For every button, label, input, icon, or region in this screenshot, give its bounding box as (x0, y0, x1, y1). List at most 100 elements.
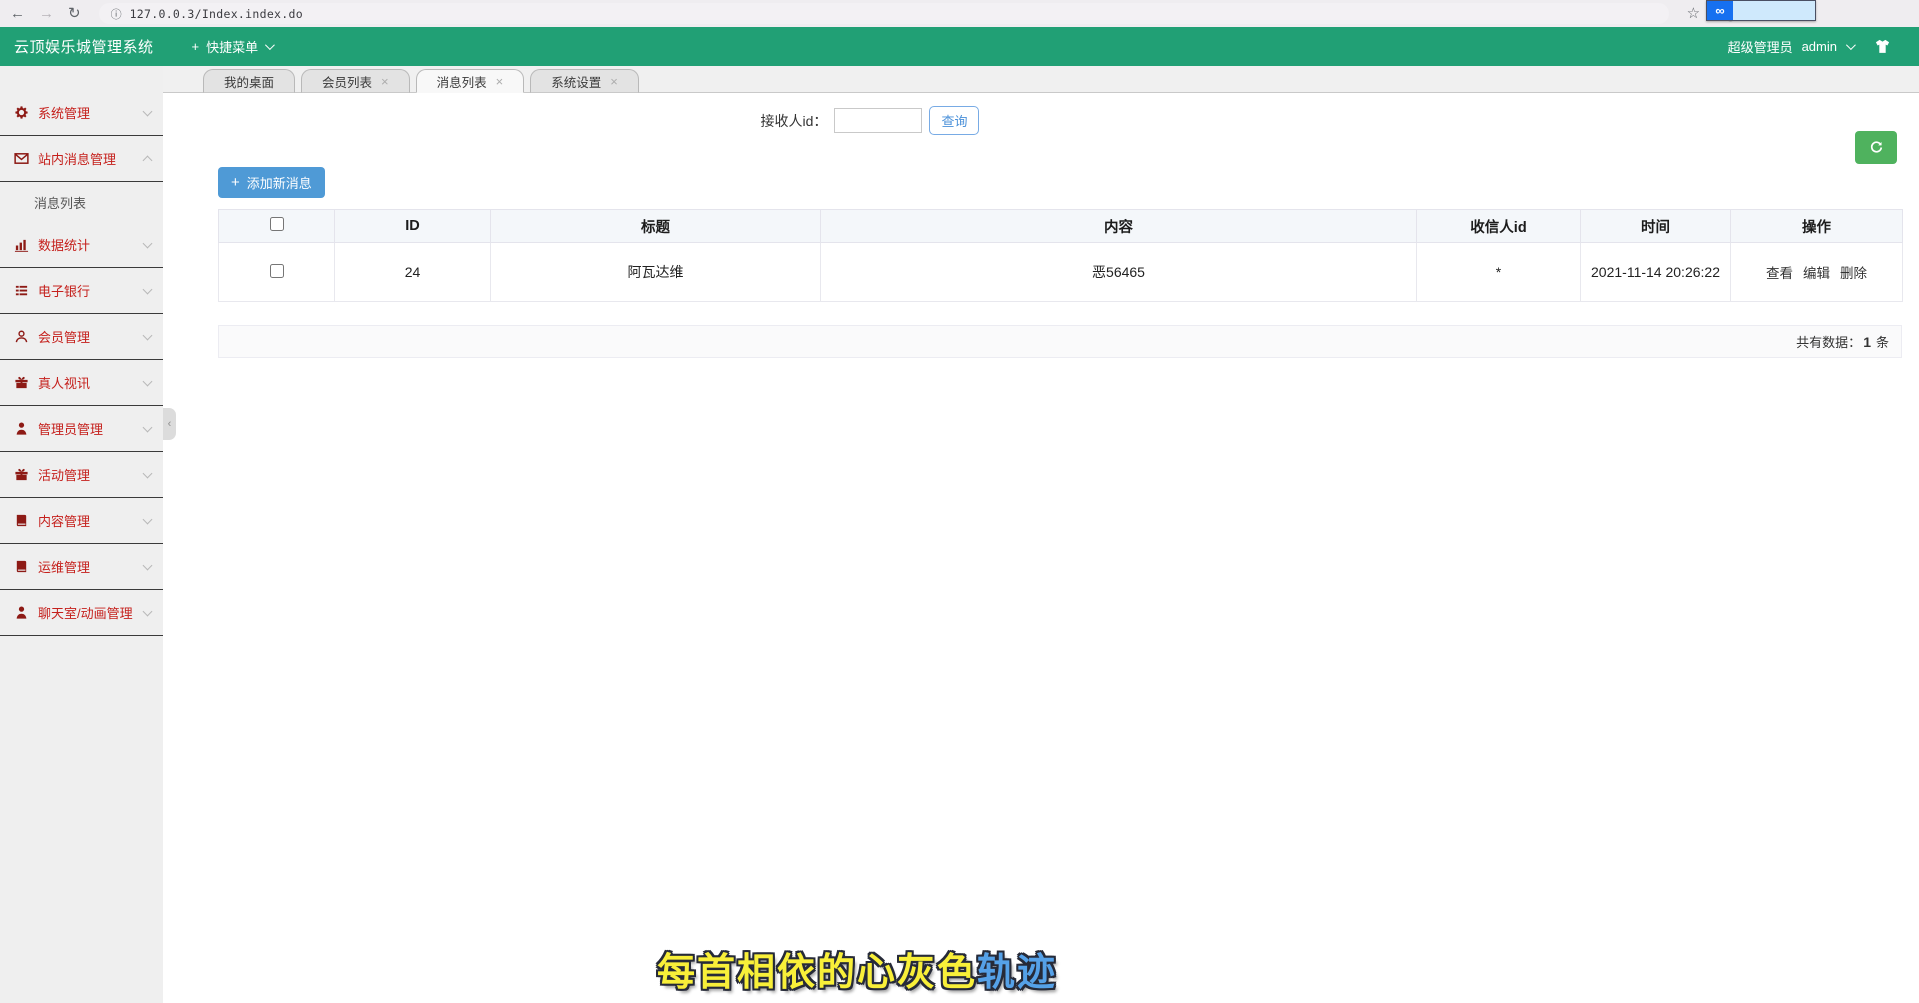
sidebar-item-label: 管理员管理 (38, 419, 103, 438)
main-area: 我的桌面 会员列表 × 消息列表 × 系统设置 × 接收人id： 查询 (163, 66, 1919, 1003)
total-label: 共有数据： (1796, 332, 1861, 351)
sidebar-item-messages[interactable]: 站内消息管理 (0, 136, 163, 182)
chevron-down-icon (143, 330, 153, 340)
close-icon[interactable]: × (496, 75, 504, 88)
view-link[interactable]: 查看 (1766, 262, 1793, 282)
app-header: 云顶娱乐城管理系统 + 快捷菜单 超级管理员 admin (0, 27, 1919, 66)
sidebar-item-live-video[interactable]: 真人视讯 (0, 360, 163, 406)
plus-icon: + (231, 175, 240, 190)
gift-icon (14, 375, 29, 390)
user-name: admin (1802, 39, 1837, 54)
chevron-down-icon (143, 468, 153, 478)
sidebar-item-ebank[interactable]: 电子银行 (0, 268, 163, 314)
plus-icon: + (192, 39, 200, 54)
table-footer: 共有数据： 1 条 (218, 325, 1902, 358)
sidebar-item-label: 运维管理 (38, 557, 90, 576)
sidebar: 系统管理 站内消息管理 消息列表 数据统计 电子银行 (0, 66, 163, 1003)
sidebar-collapse-handle[interactable]: ‹ (163, 408, 176, 440)
tab-label: 系统设置 (551, 72, 601, 91)
extension-popup[interactable]: ∞ (1706, 0, 1816, 21)
add-message-button[interactable]: + 添加新消息 (218, 167, 325, 198)
forward-icon[interactable]: → (39, 6, 54, 21)
chevron-down-icon (143, 422, 153, 432)
quick-menu-button[interactable]: + 快捷菜单 (192, 37, 273, 56)
select-all-checkbox[interactable] (270, 217, 284, 231)
recipient-id-input[interactable] (834, 108, 922, 133)
close-icon[interactable]: × (381, 75, 389, 88)
chevron-down-icon (143, 514, 153, 524)
sidebar-item-admins[interactable]: 管理员管理 (0, 406, 163, 452)
book-icon (14, 513, 29, 528)
tab-member-list[interactable]: 会员列表 × (301, 69, 410, 93)
theme-shirt-icon[interactable] (1874, 38, 1891, 55)
envelope-icon (14, 151, 29, 166)
sidebar-item-label: 电子银行 (38, 281, 90, 300)
search-row: 接收人id： 查询 (28, 106, 1712, 135)
admin-user-icon (14, 421, 29, 436)
row-checkbox[interactable] (270, 264, 284, 278)
chevron-up-icon (143, 156, 153, 166)
select-all-header (219, 210, 335, 243)
tab-message-list[interactable]: 消息列表 × (416, 69, 525, 93)
col-actions: 操作 (1731, 210, 1903, 243)
row-time: 2021-11-14 20:26:22 (1581, 243, 1731, 302)
row-title: 阿瓦达维 (491, 243, 821, 302)
row-id: 24 (335, 243, 491, 302)
sidebar-item-members[interactable]: 会员管理 (0, 314, 163, 360)
user-menu[interactable]: 超级管理员 admin (1728, 37, 1891, 56)
tab-label: 消息列表 (437, 72, 487, 91)
row-recipient: * (1417, 243, 1581, 302)
extension-infinity-icon: ∞ (1707, 1, 1733, 20)
col-id: ID (335, 210, 491, 243)
user-role: 超级管理员 (1728, 37, 1793, 56)
total-count: 1 (1863, 334, 1871, 350)
page-info-icon[interactable]: ⓘ (111, 6, 122, 22)
search-label: 接收人id： (761, 111, 828, 131)
chevron-down-icon (265, 40, 275, 50)
sidebar-item-contents[interactable]: 内容管理 (0, 498, 163, 544)
tab-strip: 我的桌面 会员列表 × 消息列表 × 系统设置 × (163, 66, 1919, 93)
gear-icon (14, 105, 29, 120)
book-icon (14, 559, 29, 574)
bookmark-star-icon[interactable]: ☆ (1687, 6, 1700, 21)
collapse-arrow-icon: ‹ (168, 418, 172, 430)
sidebar-item-operations[interactable]: 运维管理 (0, 544, 163, 590)
close-icon[interactable]: × (610, 75, 618, 88)
person-icon (14, 605, 29, 620)
back-icon[interactable]: ← (10, 6, 25, 21)
refresh-icon (1869, 140, 1884, 155)
sidebar-item-label: 内容管理 (38, 511, 90, 530)
row-actions-cell: 查看 编辑 删除 (1731, 243, 1903, 302)
col-title: 标题 (491, 210, 821, 243)
tab-system-settings[interactable]: 系统设置 × (530, 69, 639, 93)
col-time: 时间 (1581, 210, 1731, 243)
sidebar-item-label: 站内消息管理 (38, 149, 116, 168)
delete-link[interactable]: 删除 (1840, 262, 1867, 282)
chevron-down-icon (143, 560, 153, 570)
quick-menu-label: 快捷菜单 (206, 37, 258, 56)
user-icon (14, 329, 29, 344)
edit-link[interactable]: 编辑 (1803, 262, 1830, 282)
tab-my-desktop[interactable]: 我的桌面 (203, 69, 295, 93)
chevron-down-icon (143, 284, 153, 294)
chevron-down-icon (143, 606, 153, 616)
sidebar-item-label: 聊天室/动画管理 (38, 603, 133, 622)
table-header-row: ID 标题 内容 收信人id 时间 操作 (219, 210, 1903, 243)
list-icon (14, 283, 29, 298)
app-title: 云顶娱乐城管理系统 (14, 36, 154, 57)
url-text: 127.0.0.3/Index.index.do (130, 7, 303, 21)
subtitle-sung-text: 每首相依的心灰色 (657, 952, 977, 994)
col-recipient: 收信人id (1417, 210, 1581, 243)
refresh-button[interactable] (1855, 131, 1897, 164)
sidebar-item-chatroom[interactable]: 聊天室/动画管理 (0, 590, 163, 636)
query-button[interactable]: 查询 (929, 106, 979, 135)
sidebar-item-statistics[interactable]: 数据统计 (0, 222, 163, 268)
chevron-down-icon (143, 238, 153, 248)
table-row: 24 阿瓦达维 恶56465 * 2021-11-14 20:26:22 查看 … (219, 243, 1903, 302)
content-panel: 接收人id： 查询 + 添加新消息 (163, 93, 1919, 1003)
sidebar-item-activities[interactable]: 活动管理 (0, 452, 163, 498)
chart-icon (14, 237, 29, 252)
reload-icon[interactable]: ↻ (68, 6, 81, 21)
address-bar[interactable]: ⓘ 127.0.0.3/Index.index.do (99, 3, 1669, 24)
sidebar-subitem-message-list[interactable]: 消息列表 (0, 182, 163, 222)
